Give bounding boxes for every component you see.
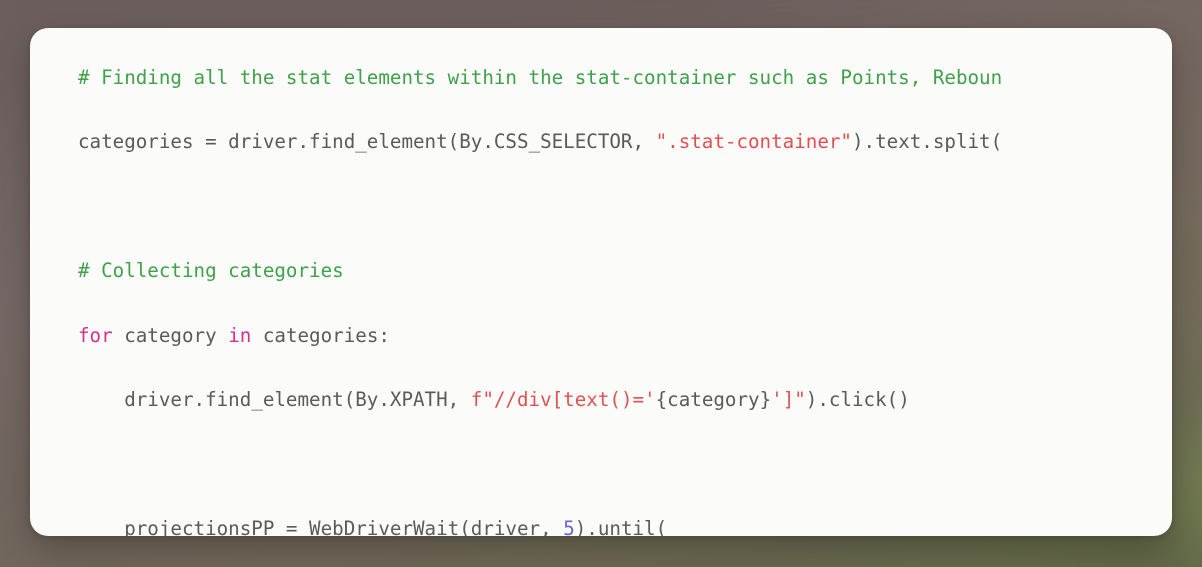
code-line: driver.find_element(By.XPATH, f"//div[te… [78, 384, 1172, 416]
code-token-plain: categories: [251, 323, 390, 347]
code-token-interpolation: {category} [655, 388, 772, 412]
code-token-plain: ).until( [574, 516, 668, 536]
code-token-plain: projectionsPP = WebDriverWait(driver, [78, 516, 564, 536]
code-token-plain: driver.find_element(By.XPATH, [78, 388, 471, 412]
code-line: projectionsPP = WebDriverWait(driver, 5)… [78, 513, 1172, 536]
code-token-keyword: in [228, 323, 252, 347]
code-token-string: ']" [771, 388, 806, 412]
code-snippet-card: # Finding all the stat elements within t… [30, 28, 1172, 536]
code-line: # Collecting categories [78, 255, 1172, 287]
code-token-plain: category [112, 323, 229, 347]
code-block[interactable]: # Finding all the stat elements within t… [30, 28, 1172, 536]
code-line: categories = driver.find_element(By.CSS_… [78, 126, 1172, 158]
code-token-string: f"//div[text()=' [470, 388, 656, 412]
code-token-plain: ).click() [805, 388, 910, 412]
code-token-number: 5 [563, 516, 575, 536]
code-line: # Finding all the stat elements within t… [78, 62, 1172, 94]
code-token-keyword: for [78, 323, 113, 347]
code-token-comment: # Collecting categories [78, 259, 344, 283]
code-token-string: ".stat-container" [655, 130, 852, 154]
code-token-comment: # Finding all the stat elements within t… [78, 66, 1003, 89]
code-line: for category in categories: [78, 320, 1172, 352]
code-token-plain: ).text.split( [851, 130, 1003, 154]
code-token-plain: categories = driver.find_element(By.CSS_… [78, 130, 656, 154]
